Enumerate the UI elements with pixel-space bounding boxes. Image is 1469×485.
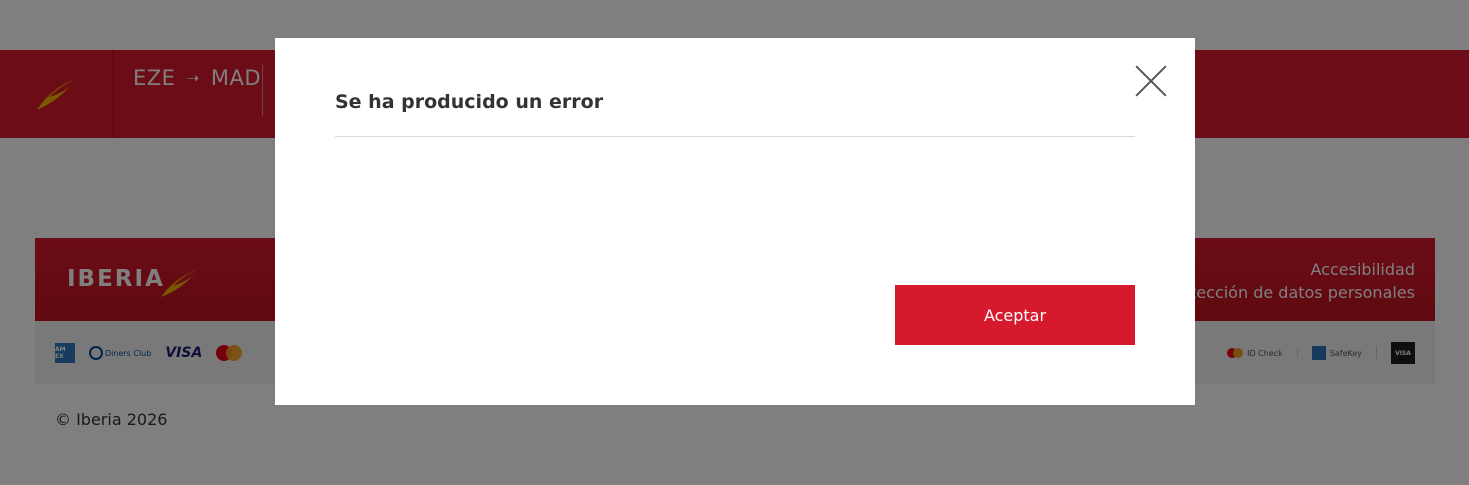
error-dialog: Se ha producido un error Aceptar	[275, 38, 1195, 405]
accept-button[interactable]: Aceptar	[895, 285, 1135, 345]
dialog-title: Se ha producido un error	[335, 91, 604, 113]
close-icon[interactable]	[1133, 63, 1169, 99]
dialog-divider	[335, 136, 1135, 137]
